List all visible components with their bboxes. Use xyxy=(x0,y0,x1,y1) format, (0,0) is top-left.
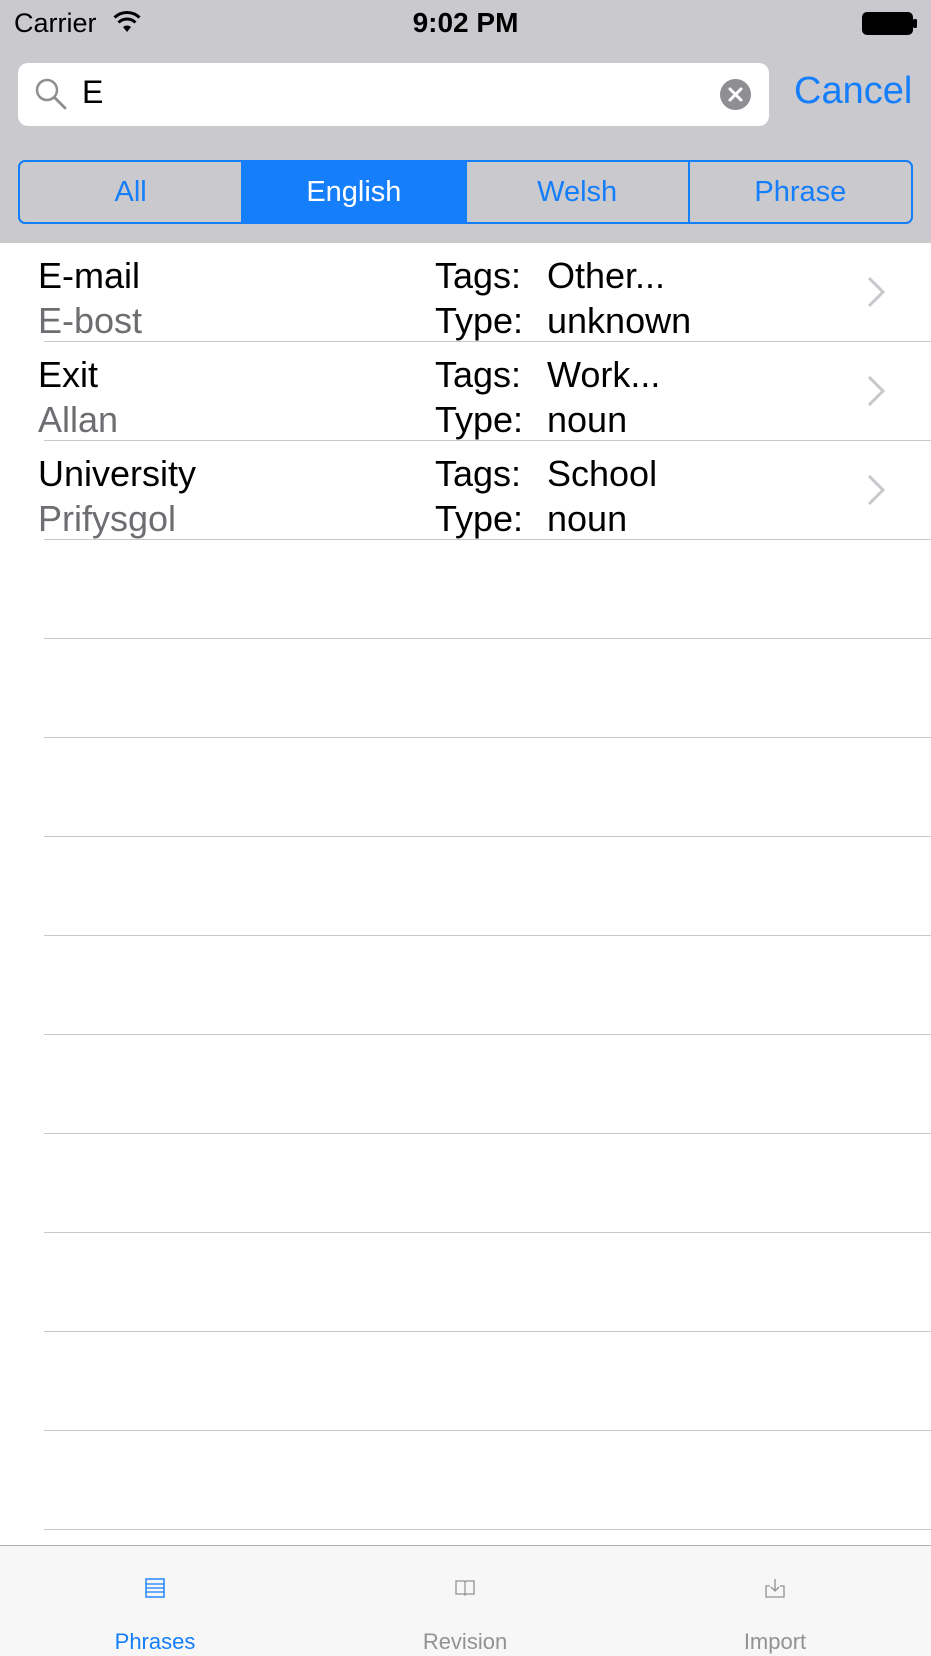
scope-welsh-label: Welsh xyxy=(537,175,618,208)
clear-search-icon[interactable] xyxy=(720,79,751,110)
welsh-word: Allan xyxy=(38,399,119,440)
empty-row xyxy=(0,936,931,1035)
chevron-right-icon xyxy=(867,375,886,407)
search-icon xyxy=(35,78,67,110)
tab-import-label: Import xyxy=(743,1629,807,1654)
tab-phrases-label: Phrases xyxy=(114,1629,196,1654)
tags-value: School xyxy=(547,453,658,494)
empty-row xyxy=(0,837,931,936)
type-value: noun xyxy=(547,498,628,539)
empty-row xyxy=(0,1233,931,1332)
results-list: E-mail E-bost Tags: Other... Type: unkno… xyxy=(0,243,931,1530)
scope-phrase[interactable]: Phrase xyxy=(690,162,911,222)
empty-row xyxy=(0,1431,931,1530)
result-row[interactable]: Exit Allan Tags: Work... Type: noun xyxy=(0,342,931,441)
type-label: Type: xyxy=(435,498,524,539)
empty-row xyxy=(0,1134,931,1233)
scope-phrase-label: Phrase xyxy=(754,175,847,208)
empty-row xyxy=(0,1035,931,1134)
scope-all[interactable]: All xyxy=(20,162,244,222)
empty-row xyxy=(0,540,931,639)
type-label: Type: xyxy=(435,399,524,440)
tags-label: Tags: xyxy=(435,255,522,296)
book-icon xyxy=(455,1580,475,1596)
tab-revision[interactable]: Revision xyxy=(310,1546,620,1656)
empty-row xyxy=(0,738,931,837)
tab-revision-label: Revision xyxy=(422,1629,508,1654)
search-input[interactable] xyxy=(82,74,682,111)
scope-welsh[interactable]: Welsh xyxy=(467,162,690,222)
empty-row xyxy=(0,639,931,738)
tags-label: Tags: xyxy=(435,354,522,395)
tab-phrases[interactable]: Phrases xyxy=(0,1546,310,1656)
tags-value: Work... xyxy=(547,354,661,395)
english-word: University xyxy=(38,453,197,494)
list-icon xyxy=(145,1578,165,1598)
scope-english[interactable]: English xyxy=(243,162,467,222)
scope-english-label: English xyxy=(306,175,402,208)
english-word: Exit xyxy=(38,354,99,395)
search-header: Carrier 9:02 PM Cancel All English xyxy=(0,0,931,243)
type-value: noun xyxy=(547,399,628,440)
tab-import[interactable]: Import xyxy=(620,1546,930,1656)
scope-all-label: All xyxy=(114,175,147,208)
battery-icon xyxy=(862,12,917,35)
empty-row xyxy=(0,1332,931,1431)
welsh-word: Prifysgol xyxy=(38,498,177,539)
type-label: Type: xyxy=(435,300,524,341)
tags-value: Other... xyxy=(547,255,666,296)
welsh-word: E-bost xyxy=(38,300,143,341)
english-word: E-mail xyxy=(38,255,141,296)
result-row[interactable]: University Prifysgol Tags: School Type: … xyxy=(0,441,931,540)
type-value: unknown xyxy=(547,300,692,341)
tags-label: Tags: xyxy=(435,453,522,494)
cancel-button[interactable]: Cancel xyxy=(794,70,912,113)
result-row[interactable]: E-mail E-bost Tags: Other... Type: unkno… xyxy=(0,243,931,342)
scope-segmented-control: All English Welsh Phrase xyxy=(18,160,913,224)
chevron-right-icon xyxy=(867,276,886,308)
download-icon xyxy=(765,1579,785,1598)
status-time: 9:02 PM xyxy=(412,7,519,38)
search-field[interactable] xyxy=(18,63,769,126)
tab-bar: Phrases Revision Import xyxy=(0,1545,931,1656)
status-bar: Carrier 9:02 PM xyxy=(0,0,931,44)
chevron-right-icon xyxy=(867,474,886,506)
